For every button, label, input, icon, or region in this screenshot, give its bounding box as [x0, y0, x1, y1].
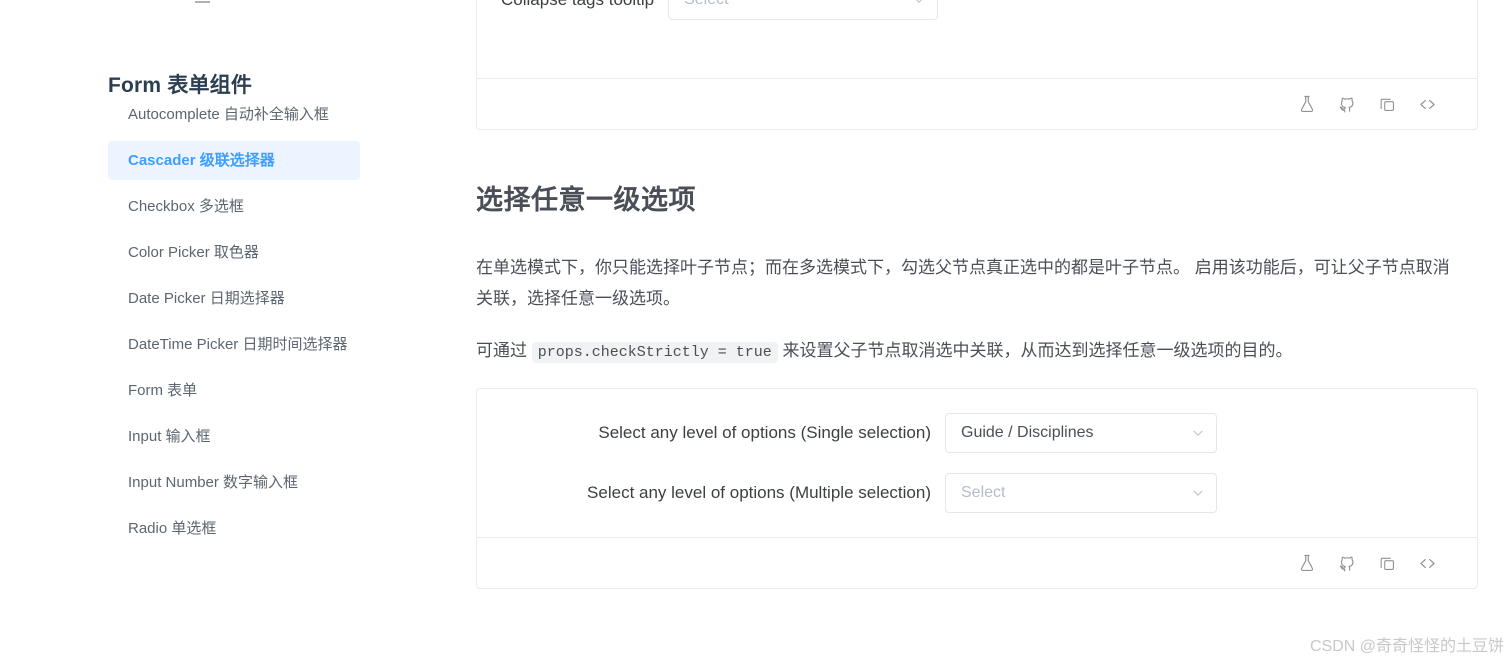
- select-single-selection[interactable]: Guide / Disciplines: [945, 413, 1217, 453]
- sidebar-item-color-picker[interactable]: Color Picker 取色器: [108, 233, 360, 272]
- select-value: Select: [961, 484, 1006, 501]
- sidebar-clipped-text: —: [195, 0, 210, 10]
- paragraph2-suffix: 来设置父子节点取消选中关联，从而达到选择任意一级选项的目的。: [782, 341, 1293, 360]
- github-icon[interactable]: [1327, 543, 1367, 583]
- sidebar-item-date-picker[interactable]: Date Picker 日期选择器: [108, 279, 360, 318]
- copy-icon[interactable]: [1367, 543, 1407, 583]
- github-icon[interactable]: [1327, 84, 1367, 124]
- watermark: CSDN @奇奇怪怪的土豆饼: [1309, 638, 1504, 655]
- form-row-single-selection: Select any level of options (Single sele…: [501, 413, 1453, 453]
- sidebar: — Form 表单组件 Autocomplete 自动补全输入框 Cascade…: [0, 0, 400, 659]
- inline-code-check-strictly: props.checkStrictly = true: [531, 342, 778, 363]
- code-icon[interactable]: [1407, 543, 1447, 583]
- select-value: Select: [684, 0, 728, 9]
- page-root: — Form 表单组件 Autocomplete 自动补全输入框 Cascade…: [0, 0, 1512, 659]
- sidebar-item-cascader[interactable]: Cascader 级联选择器: [108, 141, 360, 180]
- demo-card-any-level: Select any level of options (Single sele…: [476, 388, 1478, 589]
- sidebar-item-input[interactable]: Input 输入框: [108, 417, 360, 456]
- select-value: Guide / Disciplines: [961, 424, 1094, 441]
- sidebar-item-datetime-picker[interactable]: DateTime Picker 日期时间选择器: [108, 325, 360, 364]
- chevron-down-icon: [1191, 426, 1205, 440]
- flask-icon[interactable]: [1287, 543, 1327, 583]
- chevron-down-icon: [912, 0, 926, 7]
- form-label-collapse-tags: Collapse tags tooltip: [501, 0, 668, 11]
- demo-body-top: Collapse tags tooltip Select: [477, 0, 1477, 78]
- demo-body-any-level: Select any level of options (Single sele…: [477, 389, 1477, 537]
- select-collapse-tags-tooltip[interactable]: Select: [668, 0, 939, 20]
- sidebar-item-autocomplete[interactable]: Autocomplete 自动补全输入框: [108, 95, 360, 134]
- sidebar-nav-list: Autocomplete 自动补全输入框 Cascader 级联选择器 Chec…: [108, 95, 360, 555]
- demo-card-collapse-tags: Collapse tags tooltip Select: [476, 0, 1478, 130]
- page-title: 选择任意一级选项: [476, 185, 696, 215]
- paragraph2-prefix: 可通过: [476, 341, 527, 360]
- form-label-multiple-selection: Select any level of options (Multiple se…: [587, 483, 931, 502]
- sidebar-item-form[interactable]: Form 表单: [108, 371, 360, 410]
- chevron-down-icon: [1191, 486, 1205, 500]
- sidebar-item-radio[interactable]: Radio 单选框: [108, 509, 360, 548]
- demo-actions-top: [477, 78, 1477, 129]
- form-label-single-selection: Select any level of options (Single sele…: [598, 423, 931, 442]
- sidebar-item-checkbox[interactable]: Checkbox 多选框: [108, 187, 360, 226]
- select-multiple-selection[interactable]: Select: [945, 473, 1217, 513]
- sidebar-item-input-number[interactable]: Input Number 数字输入框: [108, 463, 360, 502]
- flask-icon[interactable]: [1287, 84, 1327, 124]
- section-paragraph-2: 可通过 props.checkStrictly = true 来设置父子节点取消…: [476, 335, 1466, 368]
- copy-icon[interactable]: [1367, 84, 1407, 124]
- form-row-multiple-selection: Select any level of options (Multiple se…: [501, 473, 1453, 513]
- form-row-collapse-tags: Collapse tags tooltip Select: [501, 0, 939, 20]
- section-paragraph-1: 在单选模式下，你只能选择叶子节点；而在多选模式下，勾选父节点真正选中的都是叶子节…: [476, 258, 1450, 308]
- demo-actions-any-level: [477, 537, 1477, 588]
- code-icon[interactable]: [1407, 84, 1447, 124]
